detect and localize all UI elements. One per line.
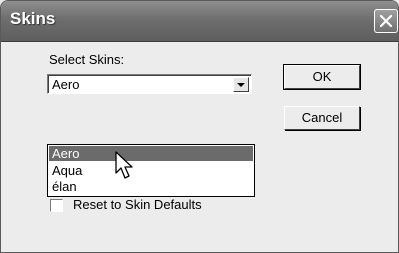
dropdown-option-aero[interactable]: Aero [49,146,253,161]
reset-defaults-checkbox[interactable] [50,199,63,212]
select-skins-label: Select Skins: [49,52,125,67]
dialog-title: Skins [10,9,56,28]
combobox-value: Aero [52,77,80,92]
reset-defaults-label: Reset to Skin Defaults [73,197,202,212]
skin-dropdown-list: Aero Aqua élan [47,144,255,197]
close-button[interactable] [374,9,398,33]
skin-combobox[interactable]: Aero [47,74,252,94]
dropdown-option-aqua[interactable]: Aqua [49,163,253,178]
title-bar[interactable]: Skins [1,1,398,42]
dropdown-arrow-icon [237,83,245,87]
mouse-pointer-icon [115,151,133,179]
ok-button[interactable]: OK [283,64,361,90]
reset-defaults-row[interactable]: Reset to Skin Defaults [48,196,248,216]
cancel-button[interactable]: Cancel [284,106,360,130]
close-icon [379,14,393,28]
combobox-dropdown-button[interactable] [233,77,249,92]
dropdown-option-elan[interactable]: élan [49,179,253,194]
